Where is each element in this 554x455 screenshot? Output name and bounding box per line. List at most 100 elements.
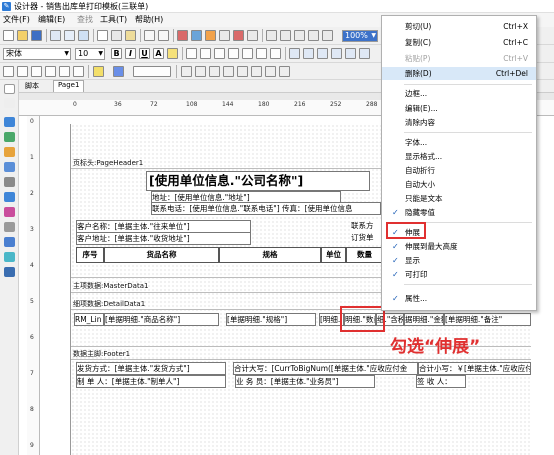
col-header[interactable]: 规格 (219, 247, 321, 263)
hand-tool-icon[interactable] (4, 98, 15, 108)
band-page-header[interactable]: 页标头:PageHeader1 (73, 158, 143, 168)
menu-item-delete[interactable]: 删除(D) Ctrl+Del (382, 67, 536, 80)
order-right-field[interactable]: 订货单 (351, 232, 383, 243)
detail-cell[interactable]: [单据明细."规格"] (226, 313, 316, 326)
variable-icon[interactable] (359, 48, 370, 59)
pay-method-field[interactable]: 发货方式：[单据主体."发货方式"] (76, 362, 226, 375)
col-header[interactable]: 单位 (321, 247, 346, 263)
new-icon[interactable] (3, 30, 14, 41)
save-icon[interactable] (31, 30, 42, 41)
align-objects-icon[interactable] (195, 66, 206, 77)
paste-icon[interactable] (125, 30, 136, 41)
print-icon[interactable] (50, 30, 61, 41)
menu-help[interactable]: 帮助(H) (135, 13, 163, 27)
redo-icon[interactable] (158, 30, 169, 41)
cut-icon[interactable] (97, 30, 108, 41)
table-icon[interactable] (266, 30, 277, 41)
options-icon[interactable] (308, 30, 319, 41)
band-footer[interactable]: 数据主脚:Footer1 (73, 349, 130, 359)
group-icon[interactable] (191, 30, 202, 41)
line-color-icon[interactable] (113, 66, 124, 77)
layout-icon[interactable] (322, 30, 333, 41)
ole-object-icon[interactable] (4, 237, 15, 247)
menu-item-cut[interactable]: 剪切(U) Ctrl+X (382, 20, 536, 33)
subreport-object-icon[interactable] (4, 162, 15, 172)
menu-item-visible[interactable]: ✓ 显示 (382, 254, 536, 267)
valign-middle-icon[interactable] (256, 48, 267, 59)
undo-icon[interactable] (144, 30, 155, 41)
fill-color-icon[interactable] (93, 66, 104, 77)
customer-address-field[interactable]: 客户地址：[单据主体."收货地址"] (76, 232, 251, 245)
menu-item-printable[interactable]: ✓ 可打印 (382, 268, 536, 281)
line-width-combo[interactable] (133, 66, 171, 77)
receiver-field[interactable]: 签 收 人： (416, 375, 466, 388)
same-height-icon[interactable] (223, 66, 234, 77)
select-tool-icon[interactable] (4, 84, 15, 94)
italic-button[interactable]: I (125, 48, 136, 59)
function-icon[interactable] (331, 48, 342, 59)
menu-item-edit[interactable]: 编辑(E)... (382, 102, 536, 115)
grid-icon[interactable] (219, 30, 230, 41)
contact-field[interactable]: 联系电话：[使用单位信息."联系电话"] 传真：[使用单位信息 (151, 202, 381, 215)
company-title-field[interactable]: [使用单位信息."公司名称"] (146, 171, 370, 191)
barcode-object-icon[interactable] (4, 192, 15, 202)
detail-cell[interactable]: [单据明细."商品名称"] (104, 313, 219, 326)
band-master[interactable]: 主项数据:MasterData1 (73, 281, 148, 291)
contact-right-field[interactable]: 联系方 (351, 220, 383, 231)
valign-bottom-icon[interactable] (270, 48, 281, 59)
menu-item-hide-zero[interactable]: ✓ 隐藏零值 (382, 206, 536, 219)
size-icon[interactable] (280, 30, 291, 41)
bold-button[interactable]: B (111, 48, 122, 59)
frame-all-icon[interactable] (59, 66, 70, 77)
justify-icon[interactable] (228, 48, 239, 59)
zoom-combo[interactable]: 100% ▼ (342, 30, 378, 42)
detail-cell[interactable]: [单据明细."备注" (444, 313, 531, 326)
copy-icon[interactable] (111, 30, 122, 41)
menu-item-clear[interactable]: 清除内容 (382, 116, 536, 129)
detail-cell[interactable]: 据明细."金额 (404, 313, 444, 326)
total-big-field[interactable]: 合计大写：[CurrToBigNum([单据主体."应收应付金 (233, 362, 418, 375)
same-width-icon[interactable] (209, 66, 220, 77)
fit-icon[interactable] (294, 30, 305, 41)
menu-item-copy[interactable]: 复制(C) Ctrl+C (382, 36, 536, 49)
col-header[interactable]: 序号 (76, 247, 104, 263)
delete-page-icon[interactable] (233, 30, 244, 41)
menu-item-border[interactable]: 边框... (382, 87, 536, 100)
menu-edit[interactable]: 编辑(E) (38, 13, 65, 27)
menu-item-paste[interactable]: 粘贴(P) Ctrl+V (382, 52, 536, 65)
space-h-icon[interactable] (237, 66, 248, 77)
frame-left-icon[interactable] (17, 66, 28, 77)
valign-top-icon[interactable] (242, 48, 253, 59)
open-icon[interactable] (17, 30, 28, 41)
frame-right-icon[interactable] (45, 66, 56, 77)
format-icon[interactable] (317, 48, 328, 59)
shape-object-icon[interactable] (4, 222, 15, 232)
detail-cell[interactable]: RM_Lin (74, 313, 104, 326)
menu-item-font[interactable]: 字体... (382, 136, 536, 149)
menu-item-autosize[interactable]: 自动大小 (382, 178, 536, 191)
align-left-icon[interactable] (186, 48, 197, 59)
page-icon[interactable] (247, 30, 258, 41)
frame-top-icon[interactable] (3, 66, 14, 77)
tab-page1[interactable]: Page1 (53, 80, 85, 92)
picture-object-icon[interactable] (4, 147, 15, 157)
menu-file[interactable]: 文件(F) (3, 13, 30, 27)
chart-object-icon[interactable] (4, 207, 15, 217)
page-setup-icon[interactable] (78, 30, 89, 41)
line-object-icon[interactable] (4, 177, 15, 187)
richtext-object-icon[interactable] (4, 252, 15, 262)
menu-find[interactable]: 查找 (77, 13, 93, 27)
underline-button[interactable]: U (139, 48, 150, 59)
salesman-field[interactable]: 业 务 员：[单据主体."业务员"] (235, 375, 375, 388)
center-h-icon[interactable] (265, 66, 276, 77)
rotate-icon[interactable] (289, 48, 300, 59)
menu-item-stretch-max[interactable]: ✓ 伸展到最大高度 (382, 240, 536, 253)
band-object-icon[interactable] (4, 132, 15, 142)
space-v-icon[interactable] (251, 66, 262, 77)
font-color-button[interactable]: A (153, 48, 164, 59)
col-header[interactable]: 货品名称 (104, 247, 219, 263)
font-name-combo[interactable]: 宋体 ▼ (3, 48, 71, 60)
align-center-icon[interactable] (200, 48, 211, 59)
highlight-icon[interactable] (167, 48, 178, 59)
align-grid-icon[interactable] (181, 66, 192, 77)
